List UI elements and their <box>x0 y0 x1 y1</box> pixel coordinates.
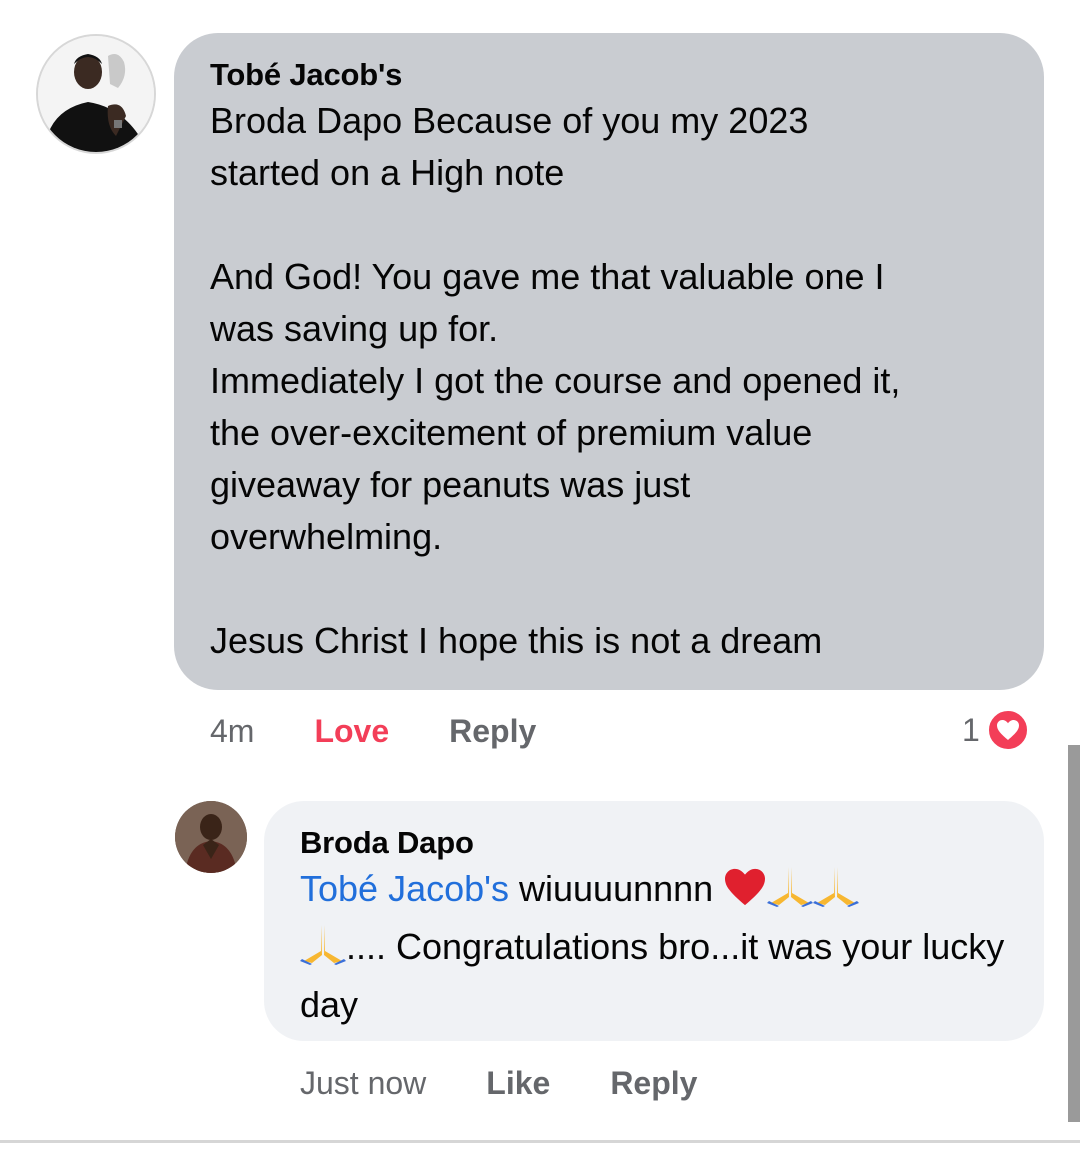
folded-hands-icon <box>767 863 814 921</box>
like-button[interactable]: Like <box>486 1065 550 1102</box>
profile-photo-icon <box>175 801 247 873</box>
reply-timestamp[interactable]: Just now <box>300 1065 426 1102</box>
reply-button[interactable]: Reply <box>610 1065 697 1102</box>
reply-actions: Just now Like Reply <box>300 1059 757 1107</box>
comment-text: Broda Dapo Because of you my 2023 starte… <box>210 100 901 661</box>
reply-bubble: Broda Dapo Tobé Jacob's wiuuuunnnn .... … <box>264 801 1044 1041</box>
folded-hands-icon <box>813 863 860 921</box>
mention-link[interactable]: Tobé Jacob's <box>300 868 509 909</box>
red-heart-icon <box>723 867 767 921</box>
profile-photo-icon <box>38 36 154 152</box>
comments-thread: Tobé Jacob's Broda Dapo Because of you m… <box>0 0 1080 1150</box>
love-button[interactable]: Love <box>314 713 389 750</box>
heart-icon <box>985 708 1030 752</box>
reply-author[interactable]: Broda Dapo <box>300 823 1008 863</box>
comment-author[interactable]: Tobé Jacob's <box>210 55 1008 95</box>
scrollbar[interactable] <box>1068 745 1080 1122</box>
reply-avatar[interactable] <box>175 801 247 873</box>
avatar[interactable] <box>36 34 156 154</box>
comment-actions: 4m Love Reply <box>210 707 596 755</box>
reaction-count: 1 <box>962 711 980 748</box>
reply-text-part1: wiuuuunnnn <box>509 868 724 909</box>
reaction-summary[interactable]: 1 <box>962 706 1030 754</box>
reply-text-part2: .... Congratulations bro...it was your l… <box>300 926 1005 1025</box>
reply-text: Tobé Jacob's wiuuuunnnn .... Congratulat… <box>300 863 1008 1031</box>
comment-timestamp[interactable]: 4m <box>210 713 254 750</box>
comment-bubble: Tobé Jacob's Broda Dapo Because of you m… <box>174 33 1044 690</box>
divider <box>0 1140 1080 1143</box>
folded-hands-icon <box>300 921 346 979</box>
reply-button[interactable]: Reply <box>449 713 536 750</box>
